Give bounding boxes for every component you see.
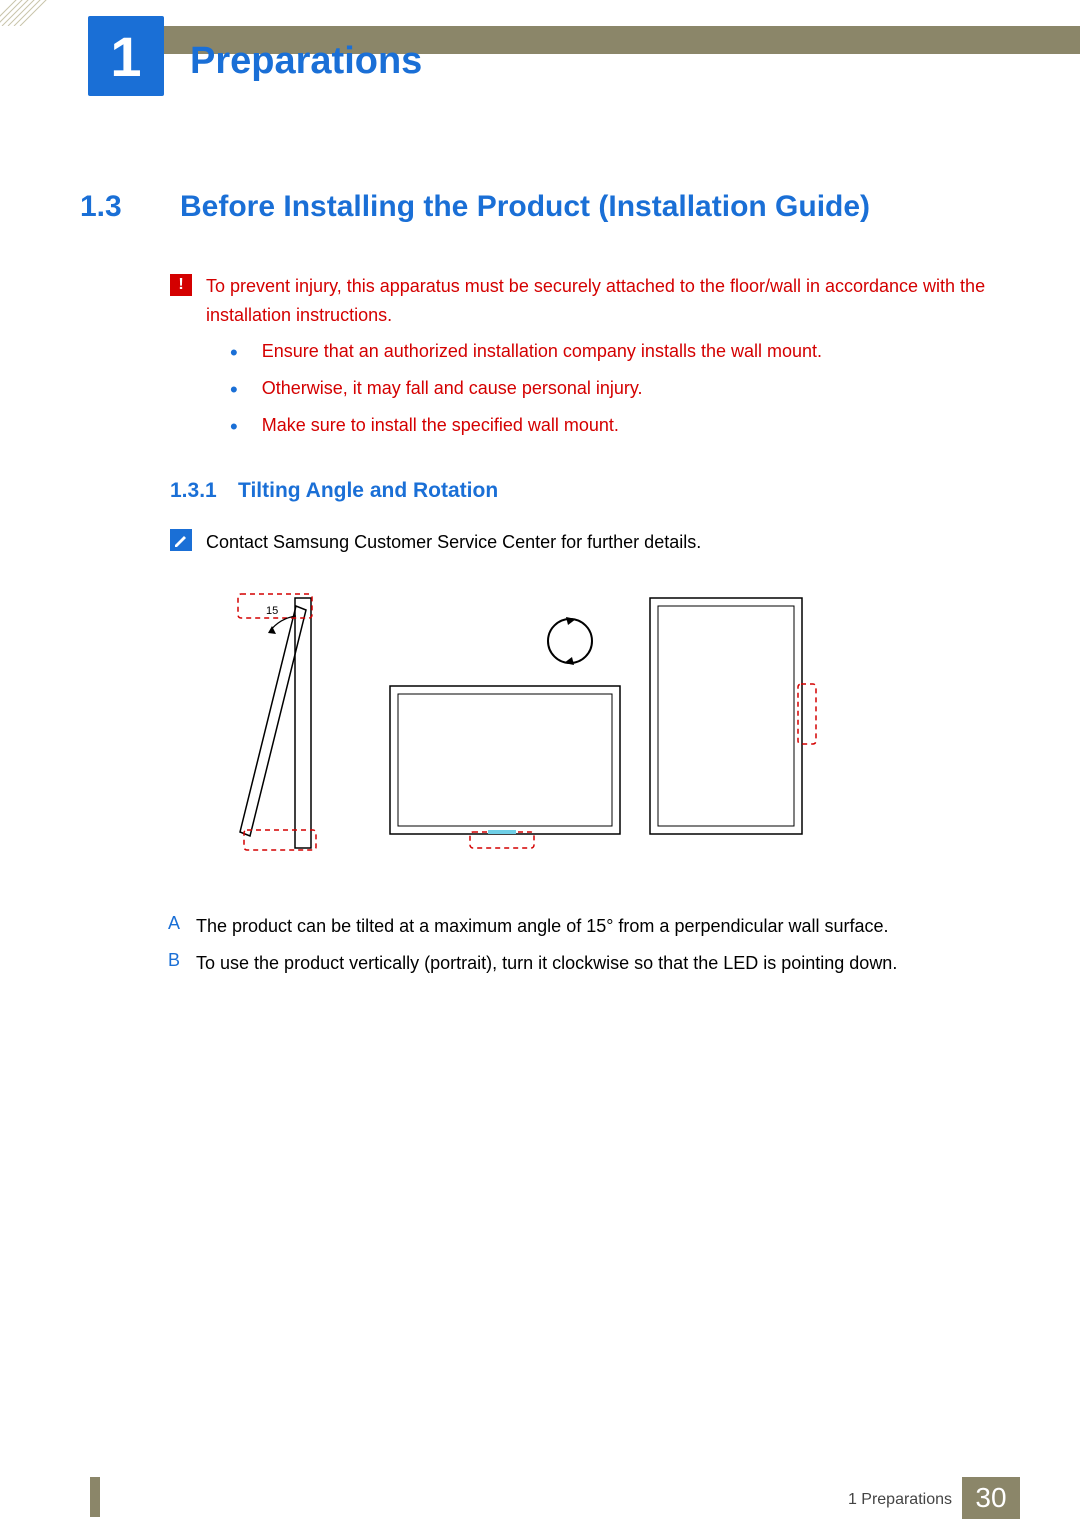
header-decor bbox=[0, 0, 60, 26]
letter-list: A The product can be tilted at a maximum… bbox=[168, 913, 1000, 977]
warning-text: To prevent injury, this apparatus must b… bbox=[206, 272, 1000, 330]
page-header: 1 Preparations bbox=[0, 26, 1080, 86]
warning-block: ! To prevent injury, this apparatus must… bbox=[170, 272, 1000, 330]
page-footer: 1 Preparations 30 bbox=[0, 1477, 1080, 1527]
list-item: • Ensure that an authorized installation… bbox=[230, 338, 1000, 365]
subsection-heading: 1.3.1 Tilting Angle and Rotation bbox=[170, 479, 1000, 503]
section-number: 1.3 bbox=[80, 190, 180, 224]
note-text: Contact Samsung Customer Service Center … bbox=[206, 529, 701, 556]
section-heading: 1.3 Before Installing the Product (Insta… bbox=[80, 190, 1000, 224]
bullet-icon: • bbox=[230, 342, 238, 364]
section-title: Before Installing the Product (Installat… bbox=[180, 190, 870, 224]
letter-item-text: To use the product vertically (portrait)… bbox=[196, 950, 897, 977]
letter-marker: A bbox=[168, 913, 196, 940]
exclamation-icon: ! bbox=[170, 274, 192, 296]
letter-item-text: The product can be tilted at a maximum a… bbox=[196, 913, 889, 940]
subsection-title: Tilting Angle and Rotation bbox=[238, 479, 498, 503]
chapter-number-badge: 1 bbox=[88, 16, 164, 96]
letter-marker: B bbox=[168, 950, 196, 977]
tilt-angle-label: 15 bbox=[266, 605, 278, 617]
list-item: A The product can be tilted at a maximum… bbox=[168, 913, 1000, 940]
footer-accent bbox=[90, 1477, 100, 1517]
bullet-text: Ensure that an authorized installation c… bbox=[262, 338, 822, 365]
list-item: • Otherwise, it may fall and cause perso… bbox=[230, 375, 1000, 402]
page-content: 1.3 Before Installing the Product (Insta… bbox=[80, 190, 1000, 987]
bullet-text: Make sure to install the specified wall … bbox=[262, 412, 619, 439]
subsection-number: 1.3.1 bbox=[170, 479, 238, 503]
pencil-note-icon bbox=[170, 529, 192, 551]
warning-bullet-list: • Ensure that an authorized installation… bbox=[230, 338, 1000, 439]
bullet-icon: • bbox=[230, 379, 238, 401]
tilt-rotation-diagram: 15 bbox=[200, 586, 1000, 871]
bullet-icon: • bbox=[230, 416, 238, 438]
page-number: 30 bbox=[962, 1477, 1020, 1519]
list-item: • Make sure to install the specified wal… bbox=[230, 412, 1000, 439]
note-block: Contact Samsung Customer Service Center … bbox=[170, 529, 1000, 556]
list-item: B To use the product vertically (portrai… bbox=[168, 950, 1000, 977]
bullet-text: Otherwise, it may fall and cause persona… bbox=[262, 375, 643, 402]
chapter-title: Preparations bbox=[190, 40, 422, 83]
footer-chapter-label: 1 Preparations bbox=[848, 1491, 952, 1509]
